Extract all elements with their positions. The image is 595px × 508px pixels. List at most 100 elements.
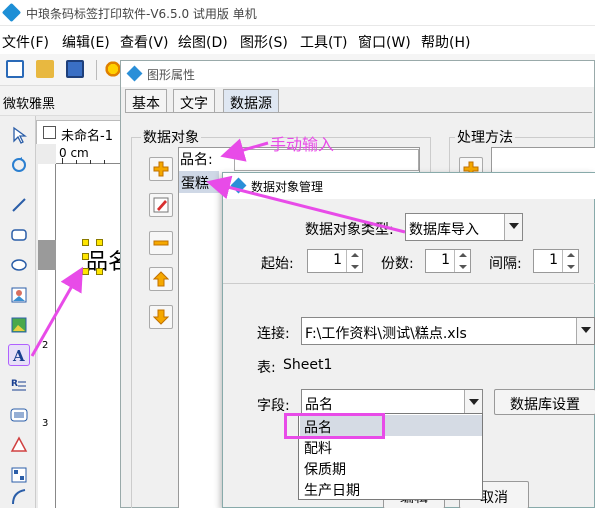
data-type-select[interactable]: 数据库导入 [405, 213, 523, 241]
connection-value: F:\工作资料\测试\糕点.xls [305, 326, 467, 342]
remove-icon[interactable] [149, 231, 173, 255]
highlight-box-field-option [284, 413, 385, 439]
rotate-tool-icon[interactable] [8, 154, 30, 176]
copies-spinner[interactable]: 1 [425, 249, 471, 273]
field-option-3[interactable]: 保质期 [304, 459, 346, 479]
shape-tool-icon[interactable] [8, 434, 30, 456]
field-option-4[interactable]: 生产日期 [304, 480, 360, 500]
field-value: 品名 [305, 397, 333, 413]
font-name[interactable]: 微软雅黑 [3, 93, 55, 112]
menu-tools[interactable]: 工具(T) [300, 32, 347, 52]
interval-value: 1 [549, 252, 558, 268]
ruler-unit: 0 cm [59, 146, 89, 160]
menu-bar: 文件(F) 编辑(E) 查看(V) 绘图(D) 图形(S) 工具(T) 窗口(W… [0, 26, 595, 54]
data-type-value: 数据库导入 [409, 222, 479, 238]
copies-value: 1 [441, 252, 450, 268]
curve-tool-icon[interactable] [8, 489, 30, 505]
selection-handle[interactable] [82, 239, 89, 246]
menu-draw[interactable]: 绘图(D) [178, 32, 228, 52]
menu-help[interactable]: 帮助(H) [421, 32, 470, 52]
process-method-label: 处理方法 [455, 127, 515, 147]
label-canvas[interactable] [56, 164, 122, 508]
start-value: 1 [333, 252, 342, 268]
dialog-title: 图形属性 [147, 68, 196, 82]
start-label: 起始: [261, 256, 294, 272]
field-label: 字段: [257, 398, 290, 414]
interval-spinner[interactable]: 1 [533, 249, 579, 273]
section-divider [223, 283, 595, 284]
interval-label: 间隔: [489, 256, 522, 272]
tab-underline [125, 112, 592, 113]
menu-window[interactable]: 窗口(W) [358, 32, 411, 52]
text-tool-icon[interactable]: A [8, 344, 30, 366]
spinner-arrows-icon[interactable] [454, 250, 470, 272]
add-icon[interactable] [149, 157, 173, 181]
data-object-label: 数据对象 [141, 127, 201, 147]
table-label: 表: [257, 360, 276, 376]
menu-file[interactable]: 文件(F) [2, 32, 49, 52]
ellipse-tool-icon[interactable] [8, 254, 30, 276]
spinner-arrows-icon[interactable] [562, 250, 578, 272]
move-down-icon[interactable] [149, 305, 173, 329]
pointer-tool-icon[interactable] [8, 124, 30, 146]
rich-text-tool-icon[interactable]: R [8, 374, 30, 396]
dialog-header: 图形属性 [121, 61, 594, 87]
db-settings-button[interactable]: 数据库设置 [494, 389, 595, 415]
dialog-icon [126, 65, 143, 82]
document-tab-title: 未命名-1 [61, 129, 113, 144]
save-icon[interactable] [66, 60, 84, 78]
open-folder-icon[interactable] [36, 60, 54, 78]
menu-shape[interactable]: 图形(S) [240, 32, 288, 52]
document-tab[interactable]: 未命名-1 [36, 120, 122, 144]
image-tool-icon[interactable] [8, 284, 30, 306]
left-toolbox: A R [0, 116, 36, 508]
barcode-tool-icon[interactable] [8, 404, 30, 426]
selection-handle[interactable] [96, 239, 103, 246]
field-option-2[interactable]: 配料 [304, 438, 332, 458]
chevron-down-icon[interactable] [464, 390, 482, 414]
document-icon [43, 126, 56, 139]
picture-tool-icon[interactable] [8, 314, 30, 336]
selection-handle[interactable] [82, 268, 89, 275]
spinner-arrows-icon[interactable] [346, 250, 362, 272]
app-logo-icon [1, 2, 22, 23]
menu-view[interactable]: 查看(V) [120, 32, 169, 52]
selection-handle[interactable] [82, 253, 89, 260]
edit-icon[interactable] [149, 193, 173, 217]
connection-label: 连接: [257, 326, 290, 342]
font-bar: 微软雅黑 [0, 86, 120, 116]
new-file-icon[interactable] [6, 60, 24, 78]
svg-text:R: R [11, 379, 18, 389]
vertical-ruler: 1 2 3 [38, 164, 56, 508]
ruler-highlight [38, 240, 56, 270]
table-value: Sheet1 [283, 357, 333, 373]
start-spinner[interactable]: 1 [307, 249, 363, 273]
type-label: 数据对象类型: [305, 222, 394, 238]
chevron-down-icon[interactable] [504, 214, 522, 240]
ruler-label-2: 2 [42, 340, 49, 351]
connection-select[interactable]: F:\工作资料\测试\糕点.xls [301, 317, 595, 345]
qrcode-tool-icon[interactable] [8, 464, 30, 486]
dialog-header: 数据对象管理 [223, 173, 595, 199]
svg-text:A: A [12, 347, 25, 364]
rectangle-tool-icon[interactable] [8, 224, 30, 246]
copies-label: 份数: [381, 256, 414, 272]
line-tool-icon[interactable] [8, 194, 30, 216]
toolbar-divider [96, 60, 97, 80]
annotation-manual-input: 手动输入 [270, 135, 335, 154]
data-row-2[interactable]: 蛋糕 [179, 171, 219, 193]
title-bar: 中琅条码标签打印软件-V6.5.0 试用版 单机 [0, 0, 595, 26]
dialog-title: 数据对象管理 [251, 180, 324, 194]
chevron-down-icon[interactable] [576, 318, 594, 344]
horizontal-ruler: 0 cm [56, 144, 122, 164]
ruler-label-3: 3 [42, 418, 49, 429]
tab-text[interactable]: 文字 [173, 89, 215, 113]
data-row-1[interactable]: 品名: [180, 149, 213, 169]
tab-datasource[interactable]: 数据源 [223, 89, 279, 113]
move-up-icon[interactable] [149, 267, 173, 291]
dialog-icon [230, 177, 247, 194]
field-select[interactable]: 品名 [301, 389, 483, 415]
menu-edit[interactable]: 编辑(E) [62, 32, 110, 52]
tab-basic[interactable]: 基本 [125, 89, 167, 113]
selection-handle[interactable] [96, 268, 103, 275]
